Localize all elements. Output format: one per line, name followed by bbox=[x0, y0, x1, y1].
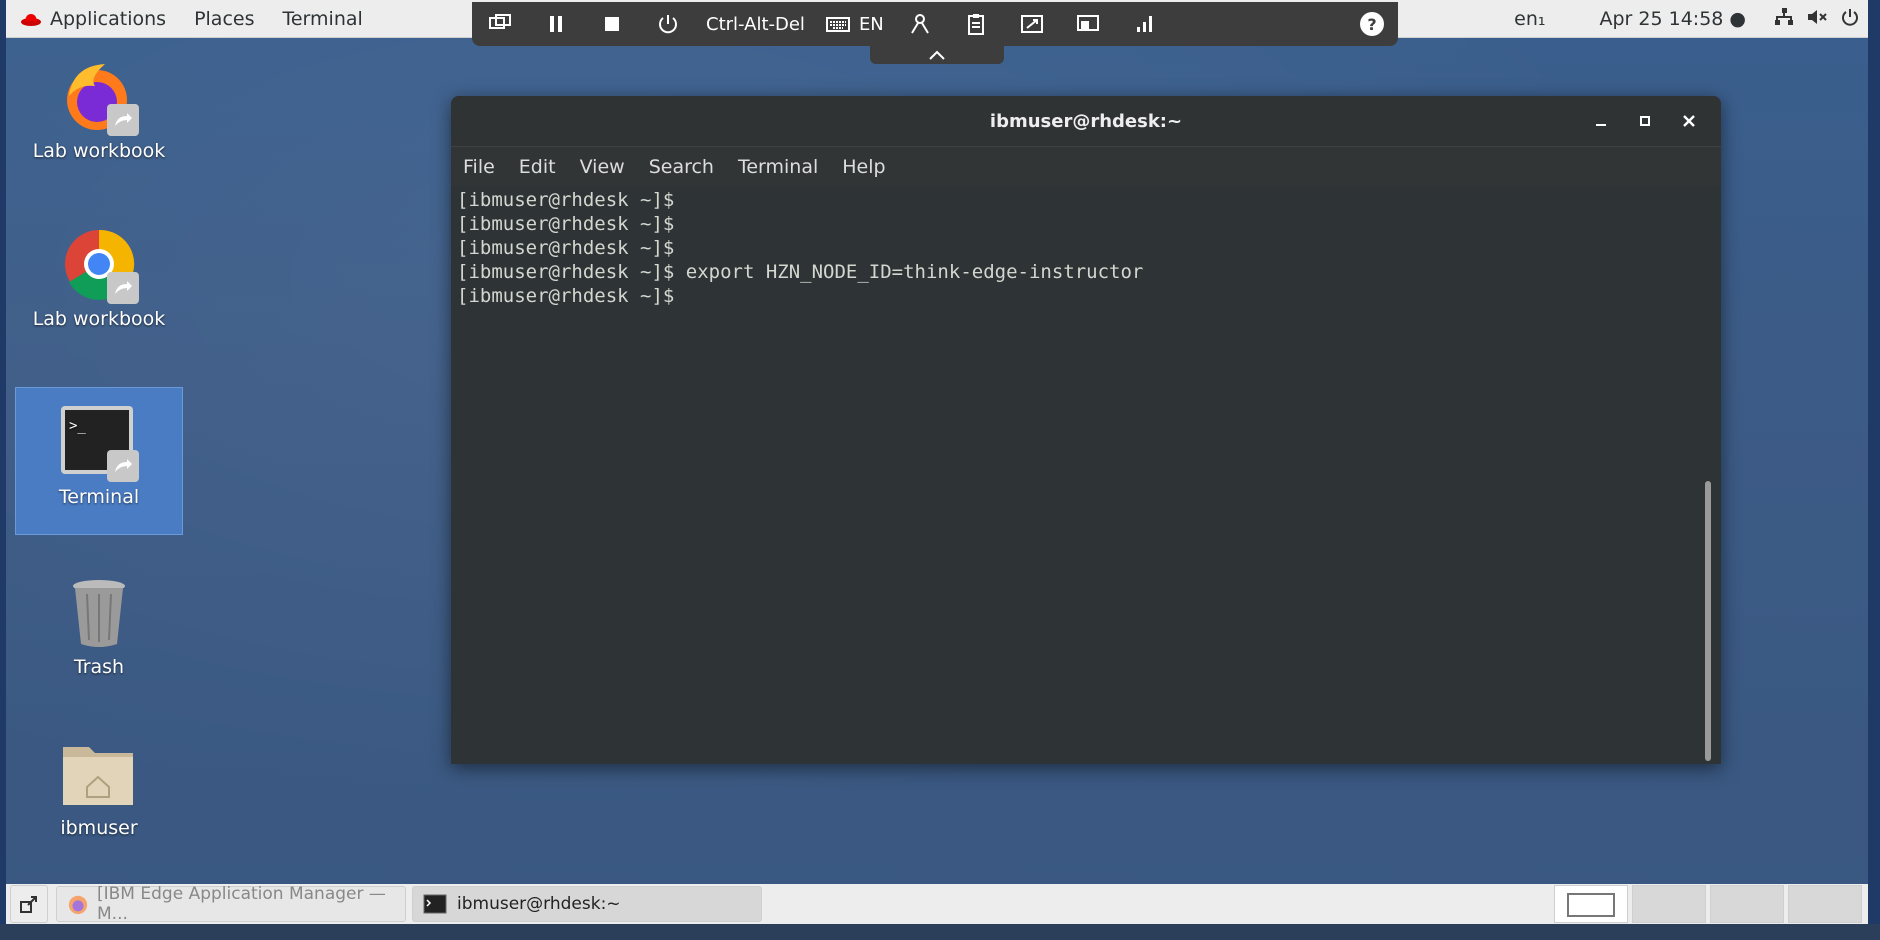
resize-icon bbox=[1020, 15, 1043, 33]
stop-icon bbox=[605, 17, 619, 31]
firefox-icon bbox=[59, 56, 139, 136]
desktop-icon-label: Terminal bbox=[58, 486, 140, 508]
desktop-icon-home-folder[interactable]: ibmuser bbox=[15, 733, 183, 845]
toolbar-collapse-handle[interactable] bbox=[870, 46, 1004, 64]
keyboard-icon bbox=[825, 17, 850, 32]
terminal-menubar: File Edit View Search Terminal Help bbox=[451, 146, 1721, 187]
maximize-button[interactable] bbox=[1623, 101, 1667, 141]
screen-bottom-edge bbox=[0, 924, 1880, 940]
close-icon bbox=[1683, 115, 1695, 127]
minimize-icon bbox=[1596, 124, 1606, 126]
fit-screen-button[interactable] bbox=[1004, 2, 1060, 46]
terminal-line: [ibmuser@rhdesk ~]$ bbox=[457, 213, 675, 235]
power-icon[interactable] bbox=[1840, 7, 1860, 32]
firefox-icon bbox=[68, 895, 88, 915]
workspace-switcher bbox=[1550, 885, 1862, 923]
terminal-prompt-line: [ibmuser@rhdesk ~]$ bbox=[457, 285, 686, 307]
menu-terminal[interactable]: Terminal bbox=[726, 156, 830, 178]
scrollbar-thumb[interactable] bbox=[1705, 481, 1711, 761]
display-button[interactable] bbox=[1060, 2, 1116, 46]
keyboard-language-button[interactable]: EN bbox=[815, 2, 892, 46]
terminal-output[interactable]: [ibmuser@rhdesk ~]$ [ibmuser@rhdesk ~]$ … bbox=[451, 186, 1721, 764]
shortcut-arrow-icon bbox=[107, 272, 139, 304]
workspace-4[interactable] bbox=[1788, 885, 1862, 923]
menu-search[interactable]: Search bbox=[637, 156, 726, 178]
applications-menu[interactable]: Applications bbox=[6, 0, 180, 38]
pause-button[interactable] bbox=[528, 2, 584, 46]
menu-file[interactable]: File bbox=[451, 156, 507, 178]
display-icon bbox=[1076, 15, 1099, 31]
minimize-button[interactable] bbox=[1579, 101, 1623, 141]
workspace-1[interactable] bbox=[1554, 885, 1628, 923]
volume-muted-icon[interactable] bbox=[1806, 7, 1828, 32]
clock[interactable]: Apr 25 14:58 ● bbox=[1600, 8, 1747, 30]
users-icon bbox=[910, 14, 929, 34]
signal-button[interactable] bbox=[1116, 2, 1172, 46]
shortcut-arrow-icon bbox=[107, 450, 139, 482]
panel-status-area: en₁ Apr 25 14:58 ● bbox=[1500, 0, 1868, 38]
clipboard-icon bbox=[967, 14, 984, 35]
chevron-up-icon bbox=[929, 50, 945, 60]
workspace-3[interactable] bbox=[1710, 885, 1784, 923]
screen-right-edge bbox=[1868, 0, 1880, 940]
desktop-icon-lab-workbook-chrome[interactable]: Lab workbook bbox=[15, 224, 183, 336]
monitors-icon bbox=[489, 14, 511, 29]
close-button[interactable] bbox=[1667, 101, 1711, 141]
terminal-menu-label: Terminal bbox=[282, 7, 363, 30]
terminal-window: ibmuser@rhdesk:~ File Edit View Search T… bbox=[451, 96, 1721, 764]
keyboard-language-label: EN bbox=[858, 13, 884, 35]
applications-label: Applications bbox=[50, 7, 167, 30]
desktop-icon-label: Lab workbook bbox=[32, 140, 166, 162]
redhat-logo-icon bbox=[21, 13, 41, 26]
pause-icon bbox=[550, 16, 562, 32]
terminal-app-menu[interactable]: Terminal bbox=[268, 0, 376, 38]
menu-view[interactable]: View bbox=[568, 156, 637, 178]
chrome-icon bbox=[59, 224, 139, 304]
remote-console-toolbar: Ctrl-Alt-Del EN ? bbox=[472, 2, 1398, 46]
taskbar-item-label: [IBM Edge Application Manager — M... bbox=[97, 884, 386, 924]
send-to-console-button[interactable] bbox=[472, 2, 528, 46]
maximize-icon bbox=[1640, 116, 1650, 126]
menu-help[interactable]: Help bbox=[830, 156, 897, 178]
places-label: Places bbox=[194, 7, 255, 30]
users-button[interactable] bbox=[892, 2, 948, 46]
bottom-taskbar: [IBM Edge Application Manager — M... ibm… bbox=[6, 884, 1868, 924]
home-folder-icon bbox=[59, 733, 139, 813]
show-desktop-button[interactable] bbox=[10, 885, 48, 923]
power-button[interactable] bbox=[640, 2, 696, 46]
desktop-icon-terminal[interactable]: >_ Terminal bbox=[15, 387, 183, 535]
show-desktop-icon bbox=[20, 896, 37, 913]
clipboard-button[interactable] bbox=[948, 2, 1004, 46]
terminal-line: [ibmuser@rhdesk ~]$ bbox=[457, 189, 675, 211]
keyboard-layout-indicator[interactable]: en₁ bbox=[1514, 8, 1545, 30]
network-icon[interactable] bbox=[1774, 7, 1794, 32]
desktop-icon-label: ibmuser bbox=[60, 817, 138, 839]
terminal-line: [ibmuser@rhdesk ~]$ export HZN_NODE_ID=t… bbox=[457, 261, 1144, 283]
desktop-icon-trash[interactable]: Trash bbox=[15, 572, 183, 684]
screen-left-edge bbox=[0, 0, 6, 940]
trash-icon bbox=[59, 572, 139, 652]
places-menu[interactable]: Places bbox=[180, 0, 268, 38]
terminal-icon: >_ bbox=[59, 402, 139, 482]
power-icon bbox=[659, 15, 677, 34]
workspace-2[interactable] bbox=[1632, 885, 1706, 923]
window-title: ibmuser@rhdesk:~ bbox=[989, 110, 1183, 132]
taskbar-item-firefox[interactable]: [IBM Edge Application Manager — M... bbox=[56, 884, 406, 924]
window-titlebar[interactable]: ibmuser@rhdesk:~ bbox=[451, 96, 1721, 146]
taskbar-item-label: ibmuser@rhdesk:~ bbox=[457, 894, 621, 914]
shortcut-arrow-icon bbox=[107, 104, 139, 136]
menu-edit[interactable]: Edit bbox=[507, 156, 568, 178]
taskbar-item-terminal[interactable]: ibmuser@rhdesk:~ bbox=[412, 886, 762, 922]
terminal-icon bbox=[423, 894, 447, 914]
svg-text:>_: >_ bbox=[69, 418, 86, 434]
ctrl-alt-del-button[interactable]: Ctrl-Alt-Del bbox=[696, 2, 815, 46]
desktop-icon-label: Trash bbox=[73, 656, 125, 678]
help-button[interactable]: ? bbox=[1360, 12, 1384, 36]
desktop-icon-lab-workbook-firefox[interactable]: Lab workbook bbox=[15, 56, 183, 168]
window-controls bbox=[1579, 96, 1711, 146]
desktop-icon-label: Lab workbook bbox=[32, 308, 166, 330]
signal-bars-icon bbox=[1136, 16, 1152, 32]
stop-button[interactable] bbox=[584, 2, 640, 46]
terminal-line: [ibmuser@rhdesk ~]$ bbox=[457, 237, 675, 259]
